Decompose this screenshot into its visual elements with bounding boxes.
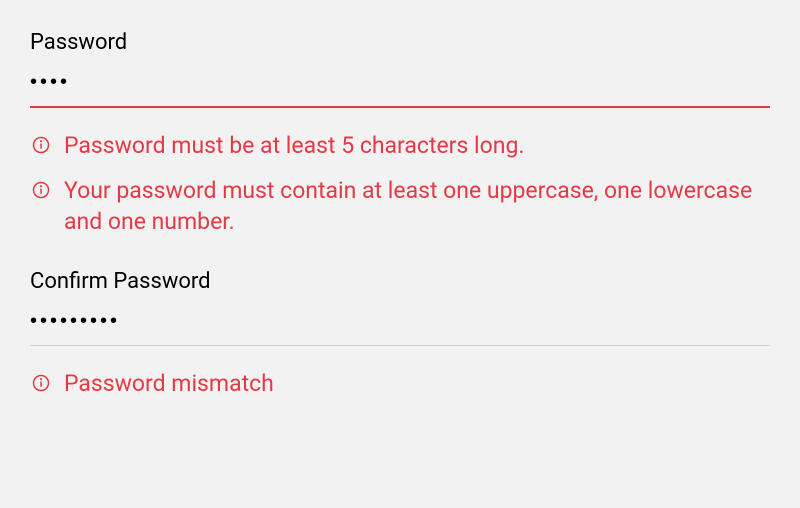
confirm-password-error-row: Password mismatch — [30, 368, 770, 399]
password-label: Password — [30, 30, 770, 55]
confirm-password-field-group: Confirm Password ••••••••• Password mism… — [30, 269, 770, 399]
confirm-password-underline — [30, 345, 770, 346]
password-error-row: Password must be at least 5 characters l… — [30, 130, 770, 161]
info-icon — [32, 181, 50, 199]
password-underline — [30, 106, 770, 108]
confirm-password-error-text: Password mismatch — [64, 368, 274, 399]
info-icon — [32, 374, 50, 392]
confirm-password-label: Confirm Password — [30, 269, 770, 294]
password-input[interactable]: •••• — [30, 71, 770, 106]
confirm-password-input[interactable]: ••••••••• — [30, 310, 770, 345]
password-error-text: Password must be at least 5 characters l… — [64, 130, 524, 161]
password-error-text: Your password must contain at least one … — [64, 175, 770, 237]
info-icon — [32, 136, 50, 154]
password-field-group: Password •••• Password must be at least … — [30, 30, 770, 237]
password-error-row: Your password must contain at least one … — [30, 175, 770, 237]
